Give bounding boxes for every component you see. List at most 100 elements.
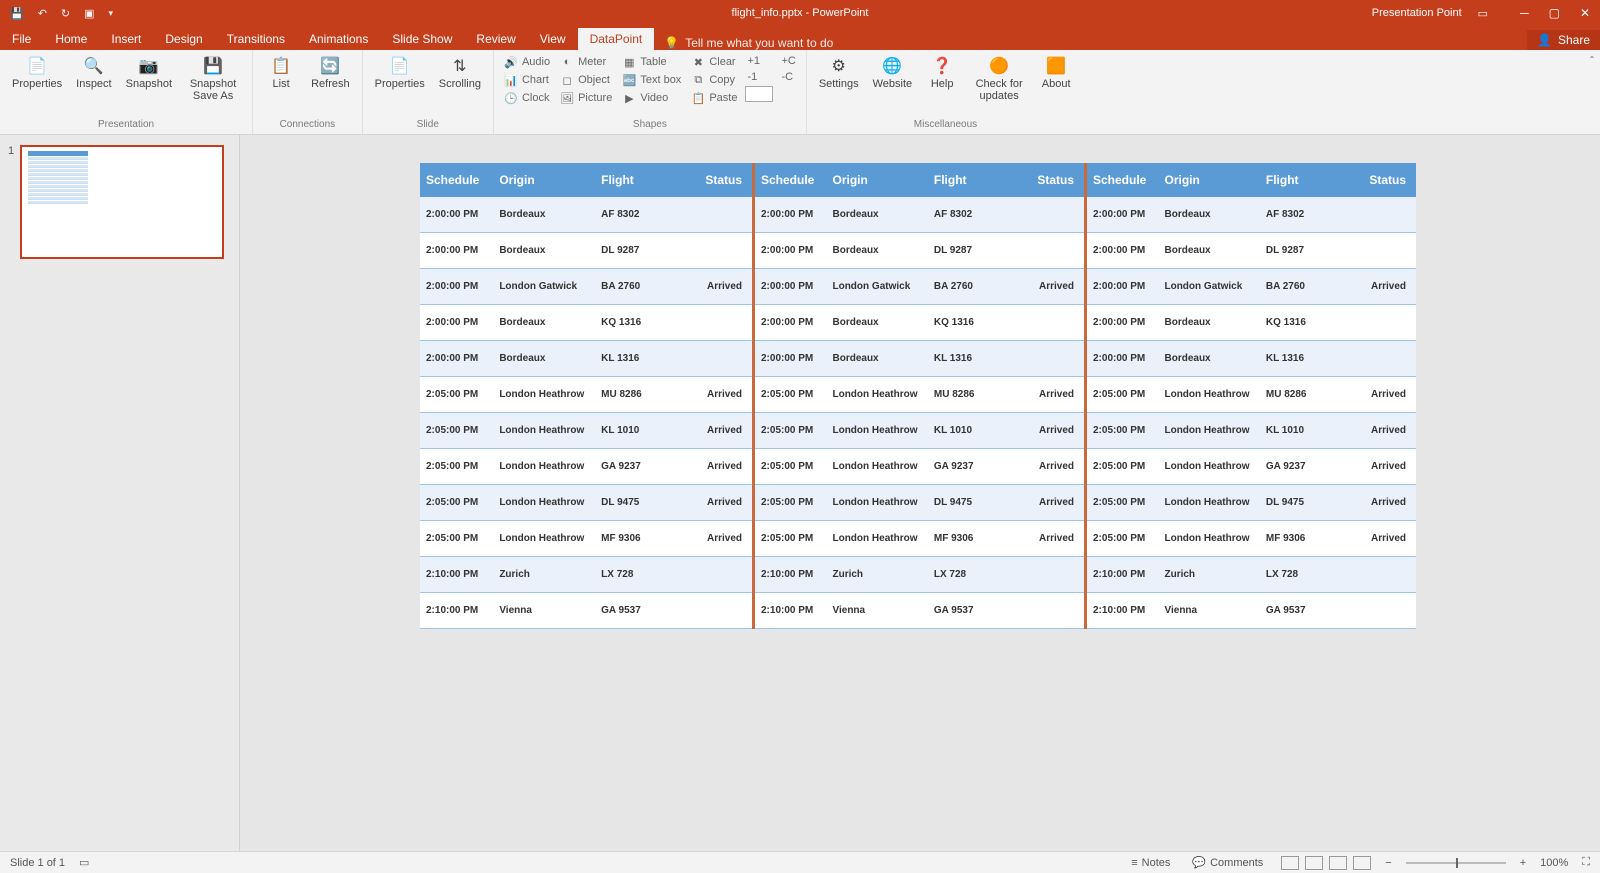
quick-access-toolbar: 💾 ↶ ↻ ▣ ▾ [0, 7, 123, 20]
zoom-out-button[interactable]: − [1385, 857, 1391, 869]
minimize-button[interactable]: ─ [1520, 6, 1529, 20]
table-button[interactable]: ▦Table [620, 54, 683, 70]
shape-minus1-button[interactable]: -1 [745, 70, 773, 84]
tab-datapoint[interactable]: DataPoint [578, 28, 655, 50]
tab-home[interactable]: Home [43, 28, 99, 50]
paste-button[interactable]: 📋Paste [689, 90, 739, 106]
qat-dropdown-icon[interactable]: ▾ [109, 8, 114, 19]
meter-button[interactable]: ◐Meter [558, 54, 614, 70]
notes-button[interactable]: ≡ Notes [1127, 857, 1174, 869]
cell-schedule: 2:05:00 PM [754, 485, 827, 521]
save-icon[interactable]: 💾 [10, 7, 24, 20]
tab-insert[interactable]: Insert [99, 28, 153, 50]
cell-flight: DL 9287 [928, 233, 1009, 269]
slide-sorter-button[interactable] [1305, 856, 1323, 870]
share-button[interactable]: 👤 Share [1527, 30, 1600, 50]
account-name[interactable]: Presentation Point [1372, 7, 1462, 19]
button-label: Audio [522, 56, 550, 68]
shape-plus1-button[interactable]: +1 [745, 54, 773, 68]
about-button[interactable]: 🟧About [1036, 54, 1076, 92]
cell-schedule: 2:00:00 PM [754, 269, 827, 305]
tab-review[interactable]: Review [464, 28, 527, 50]
accessibility-icon[interactable]: ▭ [79, 856, 89, 869]
picture-icon: 🖼 [560, 91, 574, 105]
help-button[interactable]: ❓Help [922, 54, 962, 92]
button-label: Check for updates [972, 78, 1026, 102]
table-row: 2:00:00 PMBordeauxAF 8302 [1086, 197, 1417, 233]
cell-status [1341, 341, 1416, 377]
table-row: 2:05:00 PMLondon HeathrowGA 9237Arrived [420, 449, 752, 485]
ribbon-display-icon[interactable]: ▭ [1478, 7, 1488, 20]
zoom-level[interactable]: 100% [1540, 857, 1568, 869]
start-from-beginning-icon[interactable]: ▣ [84, 7, 94, 20]
check-for-updates-icon: 🟠 [989, 56, 1009, 76]
maximize-button[interactable]: ▢ [1549, 6, 1560, 20]
check-for-updates-button[interactable]: 🟠Check for updates [968, 54, 1030, 104]
object-icon: ◻ [560, 73, 574, 87]
tab-view[interactable]: View [528, 28, 578, 50]
tab-transitions[interactable]: Transitions [215, 28, 297, 50]
tab-animations[interactable]: Animations [297, 28, 380, 50]
shape-plusC-button[interactable]: +C [779, 54, 797, 68]
cell-origin: Bordeaux [1158, 305, 1259, 341]
snapshot-save-as-button[interactable]: 💾Snapshot Save As [182, 54, 244, 104]
slide-thumbnails-panel: 1 [0, 135, 240, 851]
tab-file[interactable]: File [0, 28, 43, 50]
zoom-in-button[interactable]: + [1520, 857, 1526, 869]
redo-icon[interactable]: ↻ [61, 7, 70, 20]
audio-button[interactable]: 🔊Audio [502, 54, 552, 70]
button-label: Text box [640, 74, 681, 86]
table-row: 2:10:00 PMZurichLX 728 [420, 557, 752, 593]
chart-button[interactable]: 📊Chart [502, 72, 552, 88]
cell-origin: Bordeaux [493, 341, 595, 377]
slide-counter[interactable]: Slide 1 of 1 [10, 857, 65, 869]
refresh-button[interactable]: 🔄Refresh [307, 54, 354, 92]
tab-design[interactable]: Design [153, 28, 214, 50]
cell-schedule: 2:00:00 PM [754, 233, 827, 269]
slide-canvas-area[interactable]: ScheduleOriginFlightStatus2:00:00 PMBord… [240, 135, 1600, 851]
tab-slide-show[interactable]: Slide Show [380, 28, 464, 50]
comments-button[interactable]: 💬 Comments [1188, 856, 1267, 869]
shape-number-input[interactable] [745, 86, 773, 102]
inspect-button[interactable]: 🔍Inspect [72, 54, 115, 92]
title-bar: 💾 ↶ ↻ ▣ ▾ flight_info.pptx - PowerPoint … [0, 0, 1600, 26]
cell-flight: MF 9306 [1260, 521, 1341, 557]
properties-button[interactable]: 📄Properties [8, 54, 66, 92]
fit-to-window-button[interactable]: ⛶ [1582, 856, 1590, 869]
properties-button[interactable]: 📄Properties [371, 54, 429, 92]
copy-button[interactable]: ⧉Copy [689, 72, 739, 88]
slide-thumbnail-1[interactable] [20, 145, 224, 259]
cell-schedule: 2:05:00 PM [1086, 377, 1159, 413]
cell-status: Arrived [1341, 269, 1416, 305]
text-box-button[interactable]: 🔤Text box [620, 72, 683, 88]
settings-button[interactable]: ⚙Settings [815, 54, 863, 92]
settings-icon: ⚙ [829, 56, 849, 76]
comments-icon: 💬 [1192, 856, 1206, 869]
notes-label: Notes [1142, 857, 1171, 869]
snapshot-icon: 📷 [139, 56, 159, 76]
list-button[interactable]: 📋List [261, 54, 301, 92]
flight-table-1: ScheduleOriginFlightStatus2:00:00 PMBord… [420, 163, 752, 629]
table-row: 2:05:00 PMLondon HeathrowKL 1010Arrived [1086, 413, 1417, 449]
video-button[interactable]: ▶Video [620, 90, 683, 106]
button-label: Table [640, 56, 666, 68]
clear-button[interactable]: ✖Clear [689, 54, 739, 70]
undo-icon[interactable]: ↶ [38, 7, 47, 20]
object-button[interactable]: ◻Object [558, 72, 614, 88]
scrolling-button[interactable]: ⇅Scrolling [435, 54, 485, 92]
shape-minusC-button[interactable]: -C [779, 70, 797, 84]
snapshot-save-as-icon: 💾 [203, 56, 223, 76]
tell-me-search[interactable]: 💡 Tell me what you want to do [654, 36, 843, 50]
reading-view-button[interactable] [1329, 856, 1347, 870]
normal-view-button[interactable] [1281, 856, 1299, 870]
website-button[interactable]: 🌐Website [869, 54, 917, 92]
table-row: 2:05:00 PMLondon HeathrowDL 9475Arrived [1086, 485, 1417, 521]
snapshot-button[interactable]: 📷Snapshot [122, 54, 176, 92]
clock-button[interactable]: 🕒Clock [502, 90, 552, 106]
collapse-ribbon-icon[interactable]: ˆ [1590, 54, 1594, 68]
close-button[interactable]: ✕ [1580, 6, 1590, 20]
slideshow-view-button[interactable] [1353, 856, 1371, 870]
zoom-slider[interactable] [1406, 862, 1506, 864]
column-header: Status [1341, 163, 1416, 197]
picture-button[interactable]: 🖼Picture [558, 90, 614, 106]
